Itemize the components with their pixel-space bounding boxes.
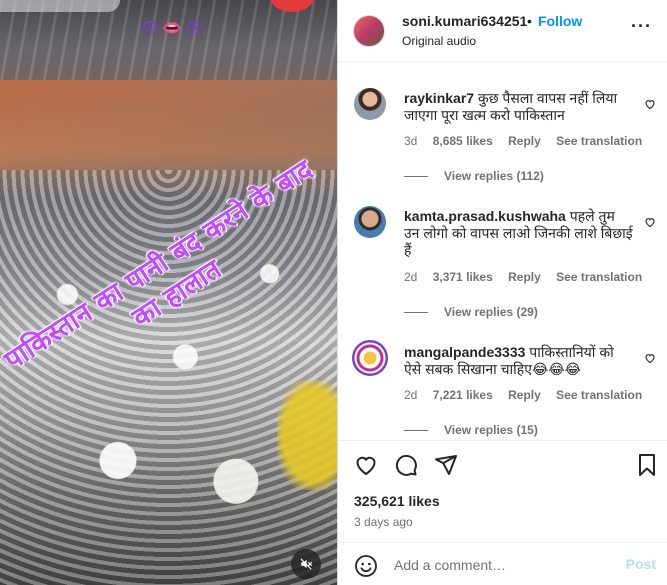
comment-like-heart-icon[interactable] — [644, 98, 656, 110]
see-translation-button[interactable]: See translation — [556, 270, 642, 284]
commenter-avatar[interactable] — [354, 88, 386, 120]
more-options-icon[interactable]: ··· — [631, 16, 652, 37]
reply-button[interactable]: Reply — [508, 134, 541, 148]
comment-body: mangalpande3333 पाकिस्तानियों को ऐसे सबक… — [404, 344, 634, 378]
comment-meta: 2d 7,221 likes Reply See translation — [404, 388, 654, 402]
see-translation-button[interactable]: See translation — [556, 134, 642, 148]
heart-icon[interactable] — [354, 453, 378, 477]
comment-input[interactable] — [394, 553, 614, 577]
replies-line — [404, 312, 428, 314]
comment-username[interactable]: raykinkar7 — [404, 90, 474, 106]
view-replies-button[interactable]: View replies (29) — [404, 305, 538, 319]
emoji-icon[interactable] — [354, 554, 378, 578]
reply-button[interactable]: Reply — [508, 270, 541, 284]
speaker-muted-icon — [300, 558, 313, 570]
author-avatar[interactable] — [353, 15, 385, 47]
comment-meta: 2d 3,371 likes Reply See translation — [404, 270, 654, 284]
stadium-roof — [0, 0, 337, 80]
post-actions: 325,621 likes 3 days ago Post — [338, 440, 667, 585]
comment-username[interactable]: kamta.prasad.kushwaha — [404, 208, 566, 224]
comment-username[interactable]: mangalpande3333 — [404, 344, 525, 360]
yellow-seats — [277, 380, 337, 490]
likes-count[interactable]: 325,621 likes — [354, 493, 440, 509]
commenter-avatar[interactable] — [352, 340, 388, 376]
mute-button[interactable] — [291, 549, 321, 579]
comment-likes[interactable]: 7,221 likes — [433, 388, 493, 402]
comment-like-heart-icon[interactable] — [644, 216, 656, 228]
post-header: soni.kumari634251 • Follow Original audi… — [338, 0, 667, 62]
view-replies-button[interactable]: View replies (15) — [404, 423, 538, 437]
comment-meta: 3d 8,685 likes Reply See translation — [404, 134, 654, 148]
reply-button[interactable]: Reply — [508, 388, 541, 402]
eyes-emoji-sticker: 👁👄👁 — [140, 20, 207, 37]
follow-button[interactable]: Follow — [538, 13, 582, 29]
comment-age: 2d — [404, 388, 418, 402]
video-top-sticker — [0, 0, 120, 12]
comment-age: 3d — [404, 134, 418, 148]
author-username[interactable]: soni.kumari634251 — [402, 13, 527, 29]
save-bookmark-icon[interactable] — [635, 453, 659, 477]
post-time[interactable]: 3 days ago — [354, 515, 413, 529]
post-comment-button[interactable]: Post — [626, 556, 656, 572]
header-separator: • — [527, 13, 532, 29]
see-translation-button[interactable]: See translation — [556, 388, 642, 402]
comment-icon[interactable] — [394, 453, 418, 477]
post-panel: soni.kumari634251 • Follow Original audi… — [337, 0, 667, 585]
comment-body: kamta.prasad.kushwaha पहले तुम उन लोगो क… — [404, 208, 634, 259]
replies-line — [404, 430, 428, 432]
view-replies-label: View replies (112) — [444, 169, 544, 183]
reel-video[interactable]: 👁👄👁 पाकिस्तान का पानी बंद करने के बाद का… — [0, 0, 337, 585]
audio-label[interactable]: Original audio — [402, 34, 476, 48]
commenter-avatar[interactable] — [354, 206, 386, 238]
stadium-stands — [0, 80, 337, 170]
comment-likes[interactable]: 3,371 likes — [433, 270, 493, 284]
view-replies-button[interactable]: View replies (112) — [404, 169, 544, 183]
replies-line — [404, 176, 428, 178]
share-icon[interactable] — [434, 453, 458, 477]
view-replies-label: View replies (29) — [444, 305, 538, 319]
comment-age: 2d — [404, 270, 418, 284]
comment-body: raykinkar7 कुछ पैसला वापस नहीं लिया जाएग… — [404, 90, 634, 124]
view-replies-label: View replies (15) — [444, 423, 538, 437]
comment-like-heart-icon[interactable] — [644, 352, 656, 364]
add-comment-bar: Post — [338, 542, 667, 585]
comment-likes[interactable]: 8,685 likes — [433, 134, 493, 148]
